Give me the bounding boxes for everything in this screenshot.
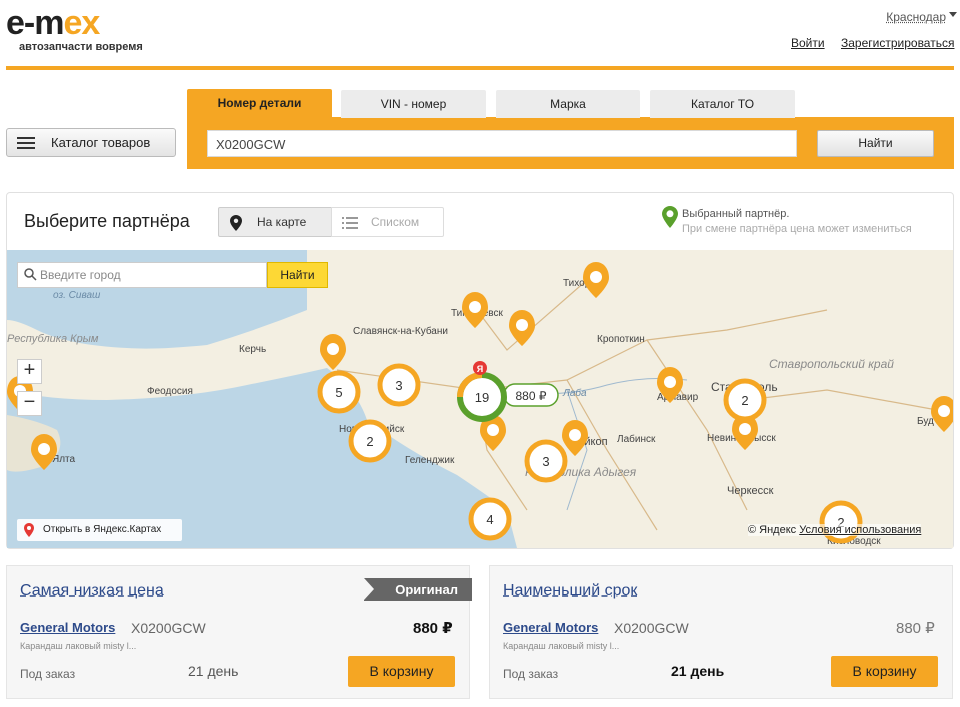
logo[interactable]: e-mex: [6, 4, 100, 43]
svg-text:4: 4: [486, 512, 493, 527]
partner-map[interactable]: оз. Сиваш Республика Крым Керчь Феодосия…: [7, 250, 953, 548]
label-gelendzhik: Геленджик: [405, 455, 455, 466]
tagline: автозапчасти вовремя: [19, 41, 143, 53]
login-link[interactable]: Войти: [791, 36, 825, 50]
svg-text:3: 3: [395, 378, 402, 393]
partner-pin: [462, 292, 488, 328]
svg-text:2: 2: [366, 434, 373, 449]
catalog-button-label: Каталог товаров: [51, 135, 151, 150]
city-selector[interactable]: Краснодар: [886, 10, 946, 24]
label-laba: Лаба: [562, 387, 587, 399]
offer-brand[interactable]: General Motors: [503, 620, 598, 635]
logo-right: ex: [63, 4, 100, 42]
partner-pin: [509, 310, 535, 346]
zoom-in-button[interactable]: +: [17, 359, 42, 384]
map-pin-icon: [230, 215, 242, 231]
svg-text:3: 3: [542, 454, 549, 469]
offer-description: Карандаш лаковый misty l...: [20, 641, 137, 651]
label-kerch: Керчь: [239, 344, 266, 355]
view-map-label: На карте: [257, 215, 307, 229]
logo-left: e-m: [6, 4, 64, 42]
partner-pin: [320, 334, 346, 370]
cluster: 3: [377, 363, 421, 407]
city-search-button[interactable]: Найти: [267, 262, 328, 288]
offer-part-number: X0200GCW: [614, 620, 689, 636]
view-list-toggle[interactable]: Списком: [331, 207, 444, 237]
partner-pin: [931, 396, 953, 432]
part-search-input[interactable]: X0200GCW: [207, 130, 797, 157]
selected-price: 880 ₽: [516, 389, 547, 403]
selected-partner-pin-icon: [662, 206, 678, 228]
partner-pin: [583, 262, 609, 298]
offer-title[interactable]: Наименьший срок: [503, 582, 637, 600]
menu-icon: [17, 137, 35, 149]
original-badge: Оригинал: [364, 578, 472, 601]
map-canvas: оз. Сиваш Республика Крым Керчь Феодосия…: [7, 250, 953, 548]
search-button[interactable]: Найти: [817, 130, 934, 157]
map-copyright: © Яндекс Условия использования: [748, 524, 922, 536]
cluster: 2: [348, 419, 392, 463]
offer-brand[interactable]: General Motors: [20, 620, 115, 635]
price-change-note: При смене партнёра цена может измениться: [682, 223, 912, 235]
map-pin-icon: [24, 523, 34, 537]
catalog-button[interactable]: Каталог товаров: [6, 128, 176, 157]
partner-title: Выберите партнёра: [24, 211, 190, 231]
label-labinsk: Лабинск: [617, 433, 656, 445]
search-icon: [24, 268, 37, 281]
add-to-cart-button[interactable]: В корзину: [831, 656, 938, 687]
tab-brand[interactable]: Марка: [496, 90, 640, 118]
offer-price: 880 ₽: [413, 620, 453, 637]
label-yalta: Ялта: [52, 454, 76, 465]
view-list-label: Списком: [371, 215, 420, 229]
cluster: 5: [317, 370, 361, 414]
svg-text:2: 2: [741, 393, 748, 408]
label-feodosia: Феодосия: [147, 386, 193, 397]
offer-delivery-days: 21 день: [671, 663, 725, 679]
tab-maintenance-catalog[interactable]: Каталог ТО: [650, 90, 795, 118]
offer-price: 880 ₽: [896, 620, 935, 637]
cluster: 4: [468, 497, 512, 541]
label-bud: Буд: [917, 416, 934, 427]
tab-part-number[interactable]: Номер детали: [187, 89, 332, 118]
list-icon: [342, 217, 358, 229]
partner-pin: [562, 420, 588, 456]
cluster: 2: [723, 378, 767, 422]
open-yandex-maps-link[interactable]: Открыть в Яндекс.Картах: [17, 519, 182, 541]
label-stavropol-krai: Ставропольский край: [769, 357, 894, 371]
offer-title[interactable]: Самая низкая цена: [20, 582, 164, 600]
selected-partner-marker[interactable]: 880 ₽ 19 Я: [457, 361, 559, 422]
offer-availability: Под заказ: [20, 667, 76, 681]
zoom-out-button[interactable]: −: [17, 391, 42, 416]
offer-delivery-days: 21 день: [188, 663, 239, 679]
offer-part-number: X0200GCW: [131, 620, 206, 636]
svg-text:Я: Я: [477, 364, 483, 374]
header-divider: [6, 66, 954, 70]
cluster: 3: [524, 439, 568, 483]
label-sivash: оз. Сиваш: [53, 290, 101, 301]
offer-description: Карандаш лаковый misty l...: [503, 641, 620, 651]
chevron-down-icon[interactable]: [949, 12, 957, 17]
selected-cluster-count: 19: [475, 390, 489, 405]
label-kropotkin: Кропоткин: [597, 334, 645, 345]
label-crimea: Республика Крым: [7, 333, 99, 345]
tab-vin[interactable]: VIN - номер: [341, 90, 486, 118]
svg-text:5: 5: [335, 385, 342, 400]
view-map-toggle[interactable]: На карте: [218, 207, 332, 237]
label-slavyansk: Славянск-на-Кубани: [353, 325, 448, 337]
open-yandex-maps-label: Открыть в Яндекс.Картах: [43, 524, 162, 535]
offer-availability: Под заказ: [503, 667, 559, 681]
copyright-text: © Яндекс: [748, 524, 797, 536]
add-to-cart-button[interactable]: В корзину: [348, 656, 455, 687]
label-cherkessk: Черкесск: [727, 485, 774, 497]
selected-partner-note: Выбранный партнёр.: [682, 208, 790, 220]
terms-link[interactable]: Условия использования: [799, 524, 921, 536]
city-search-input[interactable]: Введите город: [17, 262, 267, 288]
register-link[interactable]: Зарегистрироваться: [841, 36, 954, 50]
